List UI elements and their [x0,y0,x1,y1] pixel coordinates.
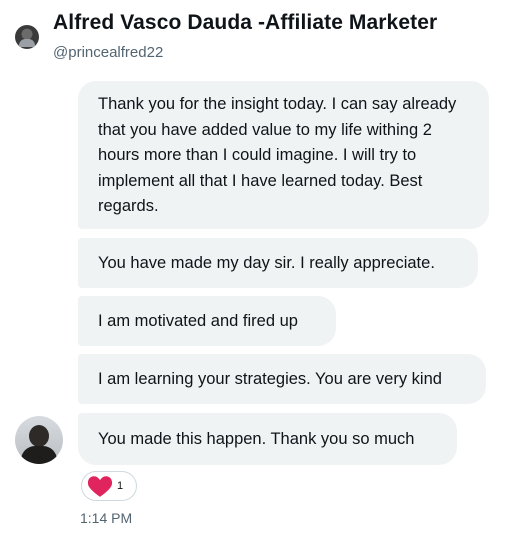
header-avatar[interactable] [15,25,39,49]
avatar-head [29,425,49,447]
display-name[interactable]: Alfred Vasco Dauda -Affiliate Marketer [53,11,437,35]
message-bubble[interactable]: I am motivated and fired up [78,296,336,346]
user-handle[interactable]: @princealfred22 [53,44,163,61]
dm-conversation: Alfred Vasco Dauda -Affiliate Marketer @… [0,0,512,545]
message-bubble[interactable]: You made this happen. Thank you so much [78,413,457,465]
reaction-count: 1 [117,480,124,492]
avatar-body [21,446,57,464]
message-timestamp: 1:14 PM [80,510,133,526]
message-bubble[interactable]: You have made my day sir. I really appre… [78,238,478,288]
reaction-badge[interactable]: 1 [81,471,137,501]
heart-icon [87,476,113,497]
sender-avatar[interactable] [15,416,63,464]
conversation-header: Alfred Vasco Dauda -Affiliate Marketer @… [13,8,504,61]
message-bubble[interactable]: Thank you for the insight today. I can s… [78,81,489,229]
message-bubble[interactable]: I am learning your strategies. You are v… [78,354,486,404]
